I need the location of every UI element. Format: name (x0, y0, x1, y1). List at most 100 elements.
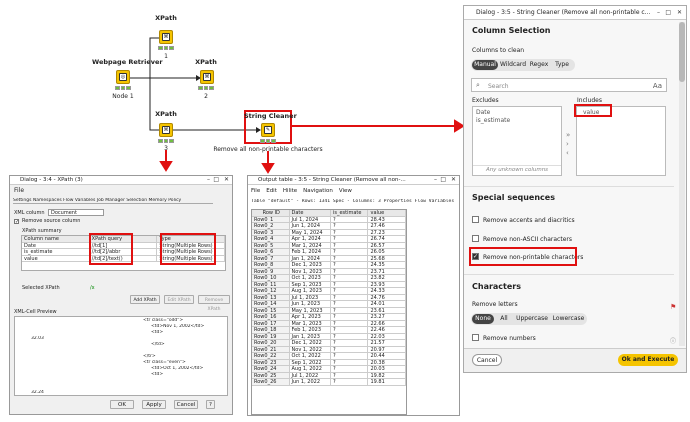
webpage-label: Node 1 (112, 93, 134, 100)
globe-icon: ◎ (119, 73, 127, 81)
edit-xpath-button[interactable]: Edit XPath (164, 295, 194, 304)
selected-xpath-label: Selected XPath (22, 285, 60, 291)
xpath3-title: XPath (155, 110, 177, 118)
webpage-node[interactable]: ◎ (116, 70, 130, 84)
move-right-icon[interactable]: › (566, 140, 570, 149)
xpath-dialog: Dialog - 3:4 - XPath (3) – □ ✕ File Sett… (9, 175, 233, 415)
excludes-label: Excludes (472, 97, 499, 104)
ok-execute-button[interactable]: Ok and Execute (618, 354, 678, 366)
settings-tabs[interactable]: Settings Namespaces Flow Variables Job M… (13, 198, 213, 204)
letters-uppercase[interactable]: Uppercase (514, 314, 550, 324)
xpath-summary-label: XPath summary (22, 228, 62, 234)
remove-source-checkbox[interactable]: ✓ (14, 219, 19, 225)
column-selection-header: Column Selection (472, 26, 551, 35)
help-icon[interactable]: ? (206, 400, 215, 409)
close-icon[interactable]: ✕ (677, 6, 682, 19)
maximize-icon[interactable]: □ (213, 176, 219, 184)
includes-highlight (574, 104, 612, 117)
mode-manual[interactable]: Manual (472, 60, 498, 70)
xpath-icon: ⌘ (162, 33, 170, 41)
flow-variable-icon[interactable]: ⚑ (670, 303, 676, 311)
output-title: Output table - 3:5 - String Cleaner (Rem… (258, 177, 406, 183)
scrollbar[interactable] (679, 22, 685, 346)
maximize-icon[interactable]: □ (440, 176, 446, 184)
table-row[interactable]: Row0_26 Jun 1, 2022? 19.81 (252, 379, 406, 386)
add-xpath-button[interactable]: Add XPath (130, 295, 160, 304)
type-highlight (160, 233, 216, 265)
info-icon[interactable]: ⓘ (670, 336, 676, 345)
broom-icon: ✎ (264, 126, 272, 134)
scrollbar-thumb[interactable] (679, 22, 685, 82)
divider (464, 186, 674, 187)
cleaner-dialog: Dialog - 3:5 - String Cleaner (Remove al… (463, 5, 687, 373)
letters-lowercase[interactable]: Lowercase (551, 314, 586, 324)
xpath2-status (198, 86, 215, 90)
xpath2-label: 2 (204, 93, 208, 100)
xml-column-select[interactable]: Document (48, 209, 104, 216)
remove-numbers-checkbox[interactable] (472, 334, 479, 341)
menu-edit[interactable]: Edit (266, 188, 277, 194)
cancel-button[interactable]: Cancel (174, 400, 198, 409)
preview-line: </td> (151, 342, 165, 347)
menu-view[interactable]: View (339, 188, 352, 194)
remove-letters-label: Remove letters (472, 301, 518, 308)
letters-none[interactable]: None (472, 314, 494, 324)
webpage-title: Webpage Retriever (92, 58, 163, 66)
cancel-button[interactable]: Cancel (472, 354, 502, 366)
special-sequences-header: Special sequences (472, 193, 555, 202)
preview-line: <td> (151, 330, 164, 335)
menu-navigation[interactable]: Navigation (303, 188, 333, 194)
table-body: Row0_1 Jul 1, 2024? 28.43 Row0_2 Jun 1, 2024… (252, 216, 406, 386)
accents-checkbox[interactable] (472, 216, 479, 223)
excludes-list[interactable]: Date is_estimate Any unknown columns (472, 106, 562, 176)
move-left-icon[interactable]: ‹ (566, 149, 570, 158)
table-cell: ? (330, 379, 369, 386)
xpath-dialog-titlebar: Dialog - 3:4 - XPath (3) – □ ✕ (10, 176, 232, 185)
mode-type[interactable]: Type (551, 60, 573, 70)
preview-line: <tr class="odd"> (143, 318, 184, 323)
move-all-right-icon[interactable]: » (566, 131, 570, 140)
cleaner-node[interactable]: ✎ (261, 123, 275, 137)
table-info-tabs[interactable]: Table "default" - Rows: 1341 Spec - Colu… (251, 199, 459, 204)
table-cell: Jun 1, 2022 (289, 379, 331, 386)
xml-column-label: XML column (14, 210, 45, 216)
accents-label: Remove accents and diacritics (483, 217, 575, 224)
webpage-status (115, 86, 132, 90)
preview-line: </tr> (143, 354, 156, 359)
non-ascii-label: Remove non-ASCII characters (483, 236, 572, 243)
xpath1-node[interactable]: ⌘ (159, 30, 173, 44)
mode-regex[interactable]: Regex (528, 60, 550, 70)
search-field[interactable]: ⌕ Search Aa (471, 78, 667, 92)
case-sensitive-toggle[interactable]: Aa (653, 82, 662, 90)
output-table-window: Output table - 3:5 - String Cleaner (Rem… (247, 175, 460, 416)
divider (464, 274, 674, 275)
xpath3-node[interactable]: ⌘ (159, 123, 173, 137)
mode-wildcard[interactable]: Wildcard (499, 60, 527, 70)
ok-button[interactable]: OK (110, 400, 134, 409)
list-item[interactable]: is_estimate (476, 117, 510, 124)
minimize-icon[interactable]: – (657, 6, 660, 19)
xpath1-title: XPath (155, 14, 177, 22)
maximize-icon[interactable]: □ (665, 6, 671, 19)
preview-line: 32.24 (31, 390, 44, 395)
list-item[interactable]: Date (476, 109, 490, 116)
letters-selector: None All Uppercase Lowercase (471, 313, 587, 325)
preview-line: <td> (151, 372, 164, 377)
close-icon[interactable]: ✕ (224, 176, 229, 184)
menu-file[interactable]: File (14, 187, 24, 194)
apply-button[interactable]: Apply (142, 400, 166, 409)
menu-file[interactable]: File (251, 188, 260, 194)
preview-line: <tr class="even"> (143, 360, 186, 365)
close-icon[interactable]: ✕ (450, 176, 456, 184)
remove-xpath-button[interactable]: Remove XPath (198, 295, 230, 312)
xpath3-status (158, 139, 175, 143)
xml-preview[interactable]: <tr class="odd"> <td>Nov 1, 2002</td> <t… (14, 316, 228, 396)
non-ascii-checkbox[interactable] (472, 235, 479, 242)
minimize-icon[interactable]: – (434, 176, 437, 184)
minimize-icon[interactable]: – (207, 176, 210, 184)
letters-all[interactable]: All (495, 314, 513, 324)
xpath-icon: ⌘ (162, 126, 170, 134)
xpath2-node[interactable]: ⌘ (200, 70, 214, 84)
xpath-query-highlight (89, 233, 133, 265)
menu-hilite[interactable]: Hilite (283, 188, 297, 194)
